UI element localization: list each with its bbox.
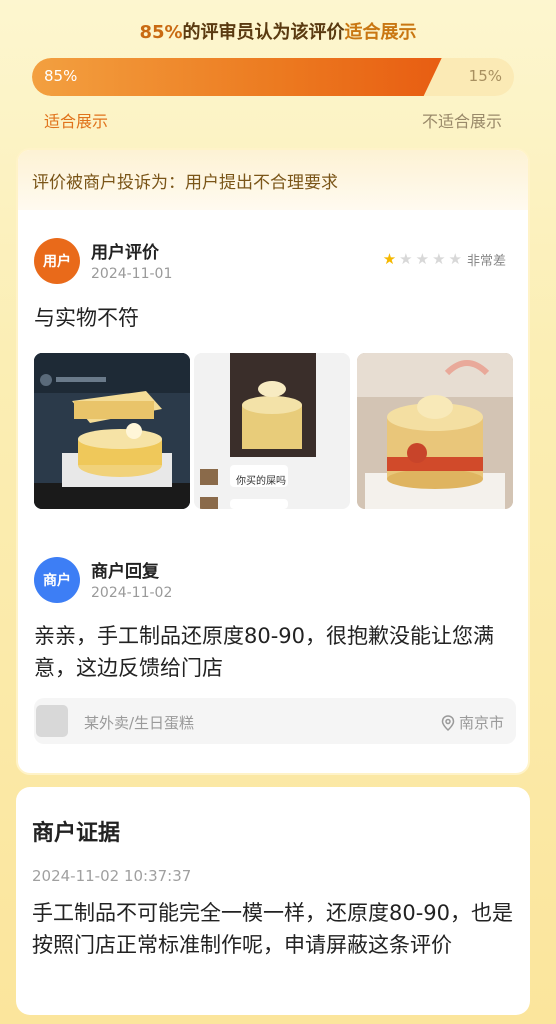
vote-headline: 85%的评审员认为该评价适合展示 [0, 18, 556, 44]
review-card: 评价被商户投诉为：用户提出不合理要求 用户 用户评价 2024-11-01 ★ ★… [16, 148, 530, 775]
headline-percent: 85% [139, 22, 183, 43]
shop-tag-row[interactable]: 某外卖/生日蛋糕 南京市 [34, 698, 516, 744]
review-photo-2[interactable]: 你买的屎吗 [194, 353, 350, 509]
suitable-percent: 85% [44, 67, 78, 85]
shop-location: 南京市 [441, 712, 504, 733]
cake-photo-image [357, 353, 513, 509]
review-photo-1[interactable] [34, 353, 190, 509]
evidence-text: 手工制品不可能完全一模一样，还原度80-90，也是按照门店正常标准制作呢，申请屏… [32, 901, 514, 957]
merchant-reply-date: 2024-11-02 [91, 585, 173, 601]
user-review-text: 与实物不符 [34, 306, 139, 330]
user-review-date: 2024-11-01 [91, 266, 173, 282]
rating-text: 非常差 [466, 254, 506, 269]
shop-thumbnail [36, 705, 68, 737]
star-icon: ★ [432, 250, 446, 268]
shop-category: 某外卖/生日蛋糕 [84, 714, 195, 732]
user-avatar: 用户 [34, 238, 80, 284]
shop-location-text: 南京市 [458, 714, 504, 732]
rating-stars: ★ ★ ★ ★ ★ 非常差 [382, 250, 506, 270]
star-icon: ★ [415, 250, 430, 268]
complaint-banner: 评价被商户投诉为：用户提出不合理要求 [18, 150, 528, 210]
merchant-reply-text: 亲亲，手工制品还原度80-90，很抱歉没能让您满意，这边反馈给门店 [34, 624, 495, 680]
review-photo-3[interactable] [357, 353, 513, 509]
unsuitable-label: 不适合展示 [421, 112, 502, 131]
evidence-card: 商户证据 2024-11-02 10:37:37 手工制品不可能完全一模一样，还… [16, 787, 530, 1015]
suitable-label: 适合展示 [44, 112, 109, 131]
star-icon: ★ [399, 250, 413, 268]
star-icon: ★ [382, 250, 397, 268]
headline-middle: 的评审员认为该评价 [182, 22, 345, 43]
cake-photo-image [34, 353, 190, 509]
vote-progress-bar: 85% 15% [32, 58, 514, 96]
headline-highlight: 适合展示 [344, 22, 417, 43]
unsuitable-percent: 15% [468, 67, 502, 85]
user-review-name: 用户评价 [91, 243, 159, 263]
merchant-avatar: 商户 [34, 557, 80, 603]
evidence-timestamp: 2024-11-02 10:37:37 [32, 867, 192, 885]
location-pin-icon [441, 714, 455, 731]
chat-bubble-text: 你买的屎吗 [236, 476, 286, 487]
merchant-reply-name: 商户回复 [91, 562, 159, 582]
evidence-title: 商户证据 [32, 821, 121, 846]
vote-progress-fill [32, 58, 442, 96]
star-icon: ★ [448, 250, 462, 268]
